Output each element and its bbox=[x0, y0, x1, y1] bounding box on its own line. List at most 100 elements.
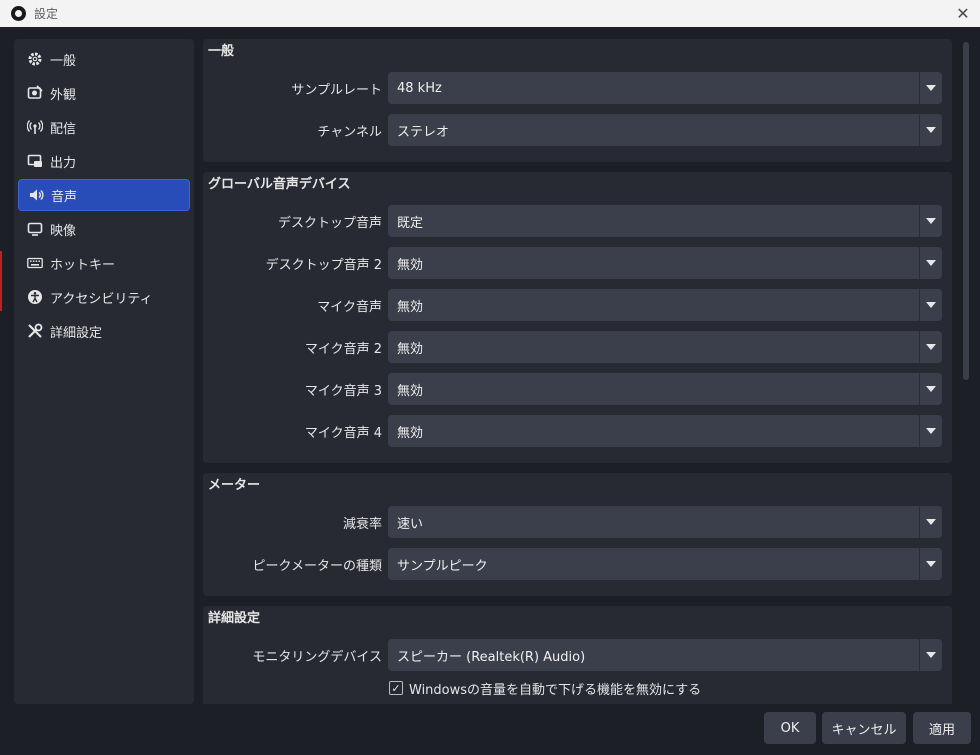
audio-settings-panel: 一般 サンプルレート 48 kHz チャンネル ステレオ グローバル音声デバイス… bbox=[203, 39, 952, 704]
sidebar-item-label: 一般 bbox=[50, 53, 77, 69]
group-title: 詳細設定 bbox=[208, 611, 261, 626]
channels-select[interactable]: ステレオ bbox=[388, 114, 942, 146]
desktop-audio-2-row: デスクトップ音声 2 無効 bbox=[203, 242, 952, 284]
mic-audio-2-select[interactable]: 無効 bbox=[388, 331, 942, 363]
chevron-down-icon[interactable] bbox=[919, 114, 942, 146]
sidebar-item-output[interactable]: 出力 bbox=[18, 145, 190, 177]
device-label: デスクトップ音声 bbox=[277, 215, 382, 231]
appearance-icon bbox=[26, 84, 44, 102]
channels-row: チャンネル ステレオ bbox=[203, 109, 952, 151]
monitoring-device-row: モニタリングデバイス スピーカー (Realtek(R) Audio) bbox=[203, 634, 952, 676]
group-title: グローバル音声デバイス bbox=[208, 177, 351, 192]
device-value: 既定 bbox=[397, 215, 424, 231]
sidebar-item-stream[interactable]: 配信 bbox=[18, 111, 190, 143]
ducking-checkbox[interactable]: ✓ bbox=[389, 681, 403, 695]
chevron-down-icon[interactable] bbox=[919, 639, 942, 671]
sidebar-item-general[interactable]: 一般 bbox=[18, 43, 190, 75]
mic-audio-4-row: マイク音声 4 無効 bbox=[203, 410, 952, 452]
sample-rate-select[interactable]: 48 kHz bbox=[388, 72, 942, 104]
output-icon bbox=[26, 152, 44, 170]
device-label: デスクトップ音声 2 bbox=[265, 257, 382, 273]
channels-label: チャンネル bbox=[317, 124, 382, 140]
chevron-down-icon[interactable] bbox=[919, 506, 942, 538]
sidebar-item-accessibility[interactable]: アクセシビリティ bbox=[18, 281, 190, 313]
apply-button[interactable]: 適用 bbox=[913, 712, 971, 744]
sidebar-item-label: 映像 bbox=[50, 223, 77, 239]
sample-rate-label: サンプルレート bbox=[291, 82, 382, 98]
decay-rate-value: 速い bbox=[397, 516, 424, 532]
keyboard-icon bbox=[26, 254, 44, 272]
cancel-button[interactable]: キャンセル bbox=[822, 712, 906, 744]
settings-window: 一般 外観 配信 出力 音声 映像 ホットキー アクセシビリティ 詳細設定 一般… bbox=[0, 27, 980, 755]
device-label: マイク音声 bbox=[317, 299, 382, 315]
ducking-row: ✓ Windowsの音量を自動で下げる機能を無効にする bbox=[203, 676, 952, 700]
ok-button[interactable]: OK bbox=[764, 712, 816, 744]
device-value: 無効 bbox=[397, 299, 424, 315]
device-value: 無効 bbox=[397, 341, 424, 357]
sidebar-item-appearance[interactable]: 外観 bbox=[18, 77, 190, 109]
mic-audio-2-row: マイク音声 2 無効 bbox=[203, 326, 952, 368]
monitoring-device-label: モニタリングデバイス bbox=[252, 649, 382, 665]
sidebar-item-video[interactable]: 映像 bbox=[18, 213, 190, 245]
mic-audio-3-select[interactable]: 無効 bbox=[388, 373, 942, 405]
sidebar-item-advanced[interactable]: 詳細設定 bbox=[18, 315, 190, 347]
sidebar-item-label: 外観 bbox=[50, 87, 77, 103]
group-title: メーター bbox=[208, 478, 261, 493]
desktop-audio-2-select[interactable]: 無効 bbox=[388, 247, 942, 279]
device-label: マイク音声 2 bbox=[304, 341, 382, 357]
settings-sidebar: 一般 外観 配信 出力 音声 映像 ホットキー アクセシビリティ 詳細設定 bbox=[14, 39, 194, 704]
edge-marker bbox=[0, 251, 2, 311]
sample-rate-row: サンプルレート 48 kHz bbox=[203, 67, 952, 109]
chevron-down-icon[interactable] bbox=[919, 205, 942, 237]
close-icon[interactable]: ✕ bbox=[950, 0, 976, 27]
chevron-down-icon[interactable] bbox=[919, 247, 942, 279]
mic-audio-3-row: マイク音声 3 無効 bbox=[203, 368, 952, 410]
peak-meter-label: ピークメーターの種類 bbox=[252, 558, 382, 574]
scroll-thumb[interactable] bbox=[963, 42, 969, 380]
decay-rate-label: 減衰率 bbox=[342, 516, 382, 532]
desktop-audio-row: デスクトップ音声 既定 bbox=[203, 200, 952, 242]
antenna-icon bbox=[26, 118, 44, 136]
group-title: 一般 bbox=[208, 44, 235, 59]
mic-audio-select[interactable]: 無効 bbox=[388, 289, 942, 321]
sidebar-item-label: 詳細設定 bbox=[50, 325, 103, 341]
device-label: マイク音声 4 bbox=[304, 425, 382, 441]
ducking-label[interactable]: Windowsの音量を自動で下げる機能を無効にする bbox=[409, 679, 701, 698]
speaker-icon bbox=[27, 186, 45, 204]
decay-rate-row: 減衰率 速い bbox=[203, 501, 952, 543]
device-value: 無効 bbox=[397, 383, 424, 399]
meters-group: メーター 減衰率 速い ピークメーターの種類 サンプルピーク bbox=[203, 473, 952, 596]
sidebar-item-hotkeys[interactable]: ホットキー bbox=[18, 247, 190, 279]
sidebar-item-label: 出力 bbox=[50, 155, 77, 171]
desktop-audio-select[interactable]: 既定 bbox=[388, 205, 942, 237]
chevron-down-icon[interactable] bbox=[919, 548, 942, 580]
title-bar: 設定 ✕ bbox=[0, 0, 980, 27]
sidebar-item-label: アクセシビリティ bbox=[50, 291, 153, 307]
peak-meter-value: サンプルピーク bbox=[397, 558, 488, 574]
window-title: 設定 bbox=[34, 7, 59, 21]
device-value: 無効 bbox=[397, 257, 424, 273]
mic-audio-4-select[interactable]: 無効 bbox=[388, 415, 942, 447]
scrollbar[interactable] bbox=[962, 39, 970, 704]
general-group: 一般 サンプルレート 48 kHz チャンネル ステレオ bbox=[203, 39, 952, 162]
channels-value: ステレオ bbox=[397, 124, 450, 140]
monitoring-device-select[interactable]: スピーカー (Realtek(R) Audio) bbox=[388, 639, 942, 671]
chevron-down-icon[interactable] bbox=[919, 331, 942, 363]
tools-icon bbox=[26, 322, 44, 340]
peak-meter-select[interactable]: サンプルピーク bbox=[388, 548, 942, 580]
chevron-down-icon[interactable] bbox=[919, 415, 942, 447]
obs-logo-icon bbox=[11, 6, 26, 21]
chevron-down-icon[interactable] bbox=[919, 373, 942, 405]
advanced-group: 詳細設定 モニタリングデバイス スピーカー (Realtek(R) Audio)… bbox=[203, 606, 952, 704]
global-audio-group: グローバル音声デバイス デスクトップ音声 既定 デスクトップ音声 2 無効 マイ… bbox=[203, 172, 952, 463]
chevron-down-icon[interactable] bbox=[919, 289, 942, 321]
gear-icon bbox=[26, 50, 44, 68]
peak-meter-row: ピークメーターの種類 サンプルピーク bbox=[203, 543, 952, 585]
monitor-icon bbox=[26, 220, 44, 238]
device-label: マイク音声 3 bbox=[304, 383, 382, 399]
chevron-down-icon[interactable] bbox=[919, 72, 942, 104]
sidebar-item-audio[interactable]: 音声 bbox=[18, 179, 190, 211]
device-value: 無効 bbox=[397, 425, 424, 441]
monitoring-device-value: スピーカー (Realtek(R) Audio) bbox=[397, 649, 586, 665]
decay-rate-select[interactable]: 速い bbox=[388, 506, 942, 538]
